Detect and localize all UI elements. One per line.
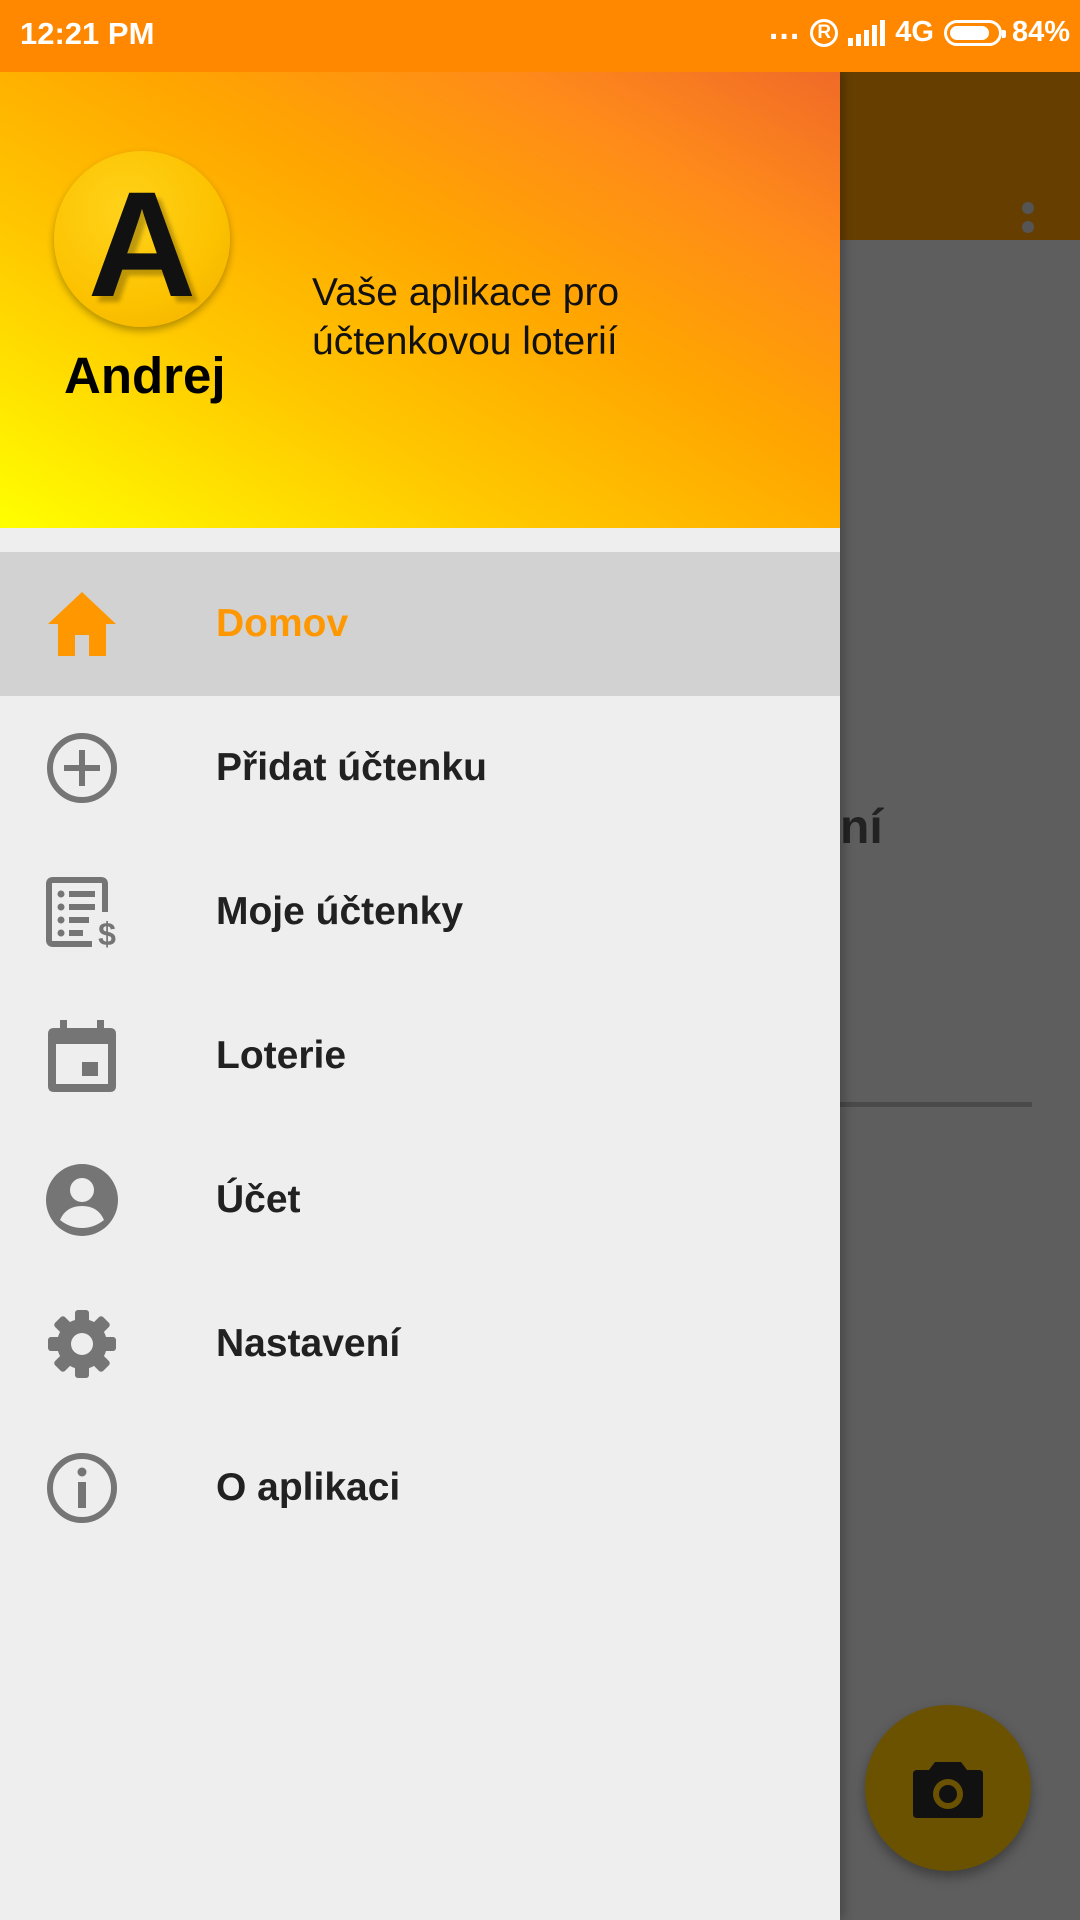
battery-percent: 84% xyxy=(1011,16,1070,48)
add-circle-icon xyxy=(47,733,117,803)
menu-item-nastaveni[interactable]: Nastavení xyxy=(0,1272,840,1416)
menu-item-ucet[interactable]: Účet xyxy=(0,1128,840,1272)
info-icon xyxy=(47,1453,117,1523)
menu-item-loterie[interactable]: Loterie xyxy=(0,984,840,1128)
menu-item-label: Účet xyxy=(216,1178,301,1221)
navigation-drawer: A Andrej Vaše aplikace pro účtenkovou lo… xyxy=(0,72,840,1920)
menu-item-domov[interactable]: Domov xyxy=(0,552,840,696)
menu-item-label: Moje účtenky xyxy=(216,890,464,933)
notification-dots: ... xyxy=(768,8,801,47)
avatar-letter: A xyxy=(87,160,197,327)
menu-item-label: Loterie xyxy=(216,1034,347,1077)
avatar[interactable]: A xyxy=(54,151,230,327)
menu-item-pridat-uctenku[interactable]: Přidat účtenku xyxy=(0,696,840,840)
calendar-icon xyxy=(48,1020,116,1092)
status-time: 12:21 PM xyxy=(20,16,155,51)
drawer-menu: Domov Přidat účtenku $ Moje účtenky Lote… xyxy=(0,552,840,1560)
camera-fab-button[interactable] xyxy=(865,1705,1031,1871)
menu-item-label: O aplikaci xyxy=(216,1466,401,1509)
user-name: Andrej xyxy=(64,347,226,404)
camera-icon xyxy=(913,1762,983,1818)
menu-item-label: Přidat účtenku xyxy=(216,746,487,789)
home-icon xyxy=(48,592,116,656)
svg-text:$: $ xyxy=(98,916,116,948)
receipt-list-icon: $ xyxy=(46,877,116,948)
menu-item-label: Domov xyxy=(216,602,349,645)
background-heading-fragment: ní xyxy=(840,801,883,854)
gear-icon xyxy=(48,1310,116,1378)
signal-icon xyxy=(848,19,886,46)
battery-icon xyxy=(943,19,1006,46)
status-bar: 12:21 PM ... R 4G 84% xyxy=(0,0,1080,72)
menu-item-o-aplikaci[interactable]: O aplikaci xyxy=(0,1416,840,1560)
account-icon xyxy=(46,1164,118,1236)
drawer-header: A Andrej Vaše aplikace pro účtenkovou lo… xyxy=(0,72,840,528)
menu-item-label: Nastavení xyxy=(216,1322,401,1365)
app-tagline: Vaše aplikace pro účtenkovou loterií xyxy=(312,271,620,363)
background-divider xyxy=(840,1102,1032,1107)
menu-item-moje-uctenky[interactable]: $ Moje účtenky xyxy=(0,840,840,984)
registered-icon: R xyxy=(810,18,839,47)
status-icons: ... R 4G 84% xyxy=(768,8,1070,49)
network-type: 4G xyxy=(895,16,934,48)
